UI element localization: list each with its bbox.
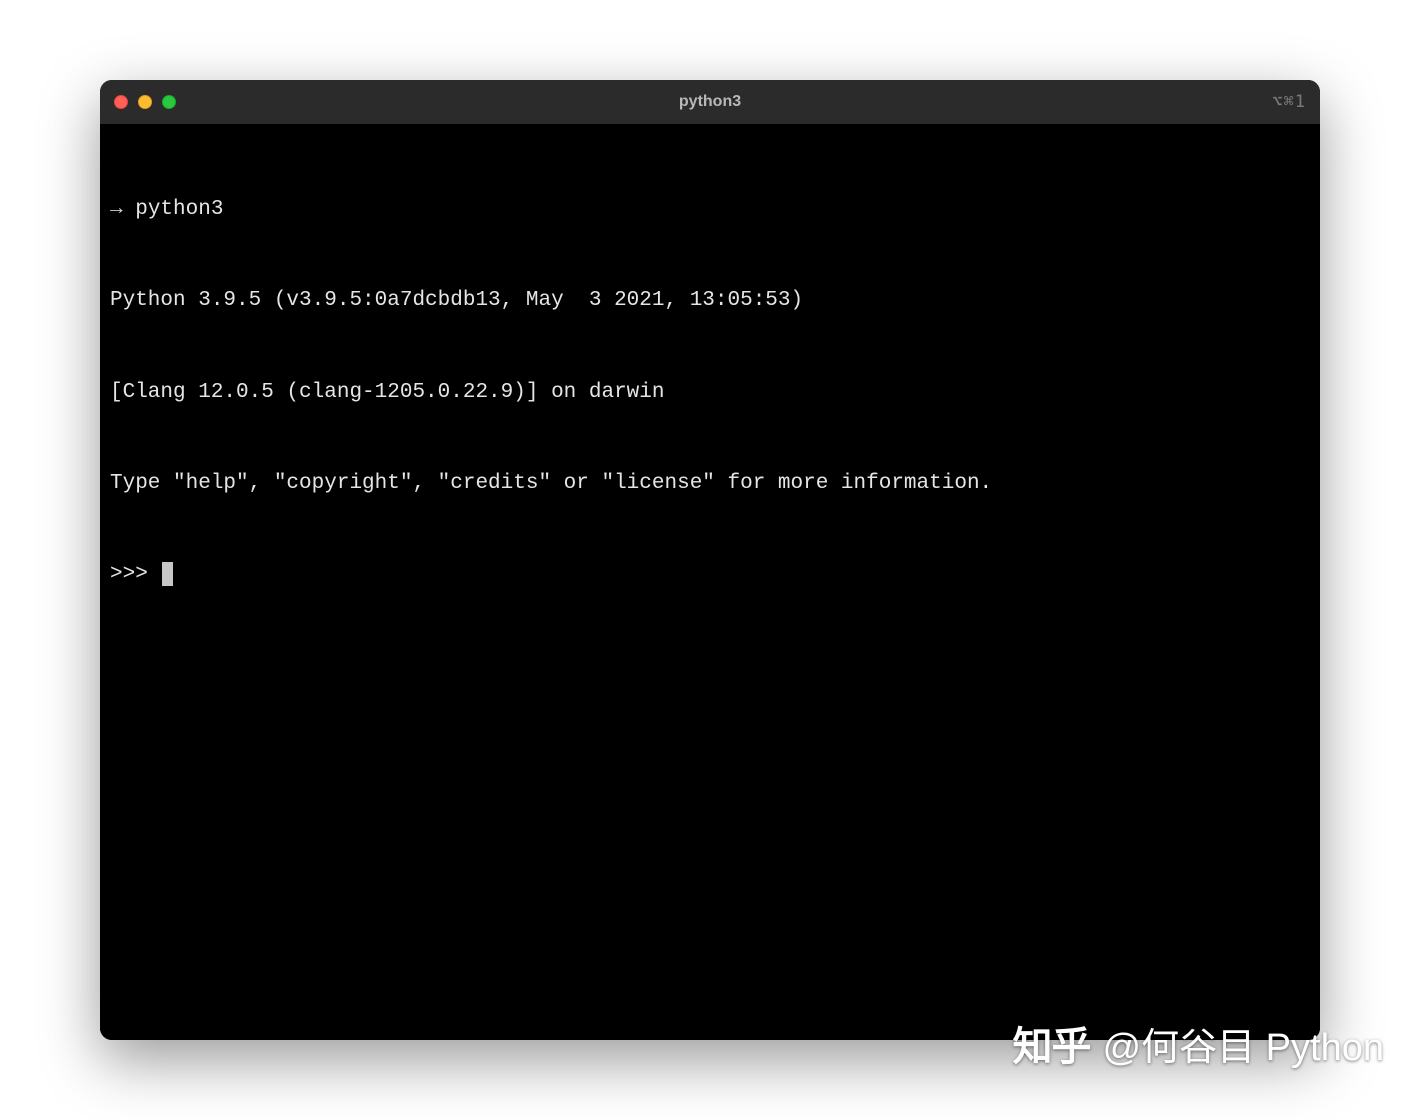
- terminal-body[interactable]: → python3 Python 3.9.5 (v3.9.5:0a7dcbdb1…: [100, 124, 1320, 1040]
- terminal-window: python3 ⌥⌘1 → python3 Python 3.9.5 (v3.9…: [100, 80, 1320, 1040]
- cursor-icon: [162, 562, 173, 586]
- shell-line: → python3: [110, 195, 1310, 225]
- close-button[interactable]: [114, 95, 128, 109]
- watermark-author: @何谷目 Python: [1103, 1016, 1384, 1071]
- zhihu-logo-icon: 知乎: [1013, 1014, 1091, 1072]
- shell-prompt-arrow-icon: →: [110, 198, 123, 221]
- window-title: python3: [100, 93, 1320, 111]
- python-banner-line: Python 3.9.5 (v3.9.5:0a7dcbdb13, May 3 2…: [110, 286, 1310, 316]
- titlebar: python3 ⌥⌘1: [100, 80, 1320, 124]
- shell-command: python3: [135, 198, 223, 221]
- repl-prompt: >>>: [110, 563, 160, 586]
- minimize-button[interactable]: [138, 95, 152, 109]
- watermark: 知乎 @何谷目 Python: [1013, 1014, 1384, 1072]
- python-banner-line: Type "help", "copyright", "credits" or "…: [110, 469, 1310, 499]
- repl-prompt-line: >>>: [110, 560, 1310, 590]
- shortcut-indicator: ⌥⌘1: [1272, 92, 1306, 112]
- maximize-button[interactable]: [162, 95, 176, 109]
- traffic-lights: [114, 95, 176, 109]
- python-banner-line: [Clang 12.0.5 (clang-1205.0.22.9)] on da…: [110, 378, 1310, 408]
